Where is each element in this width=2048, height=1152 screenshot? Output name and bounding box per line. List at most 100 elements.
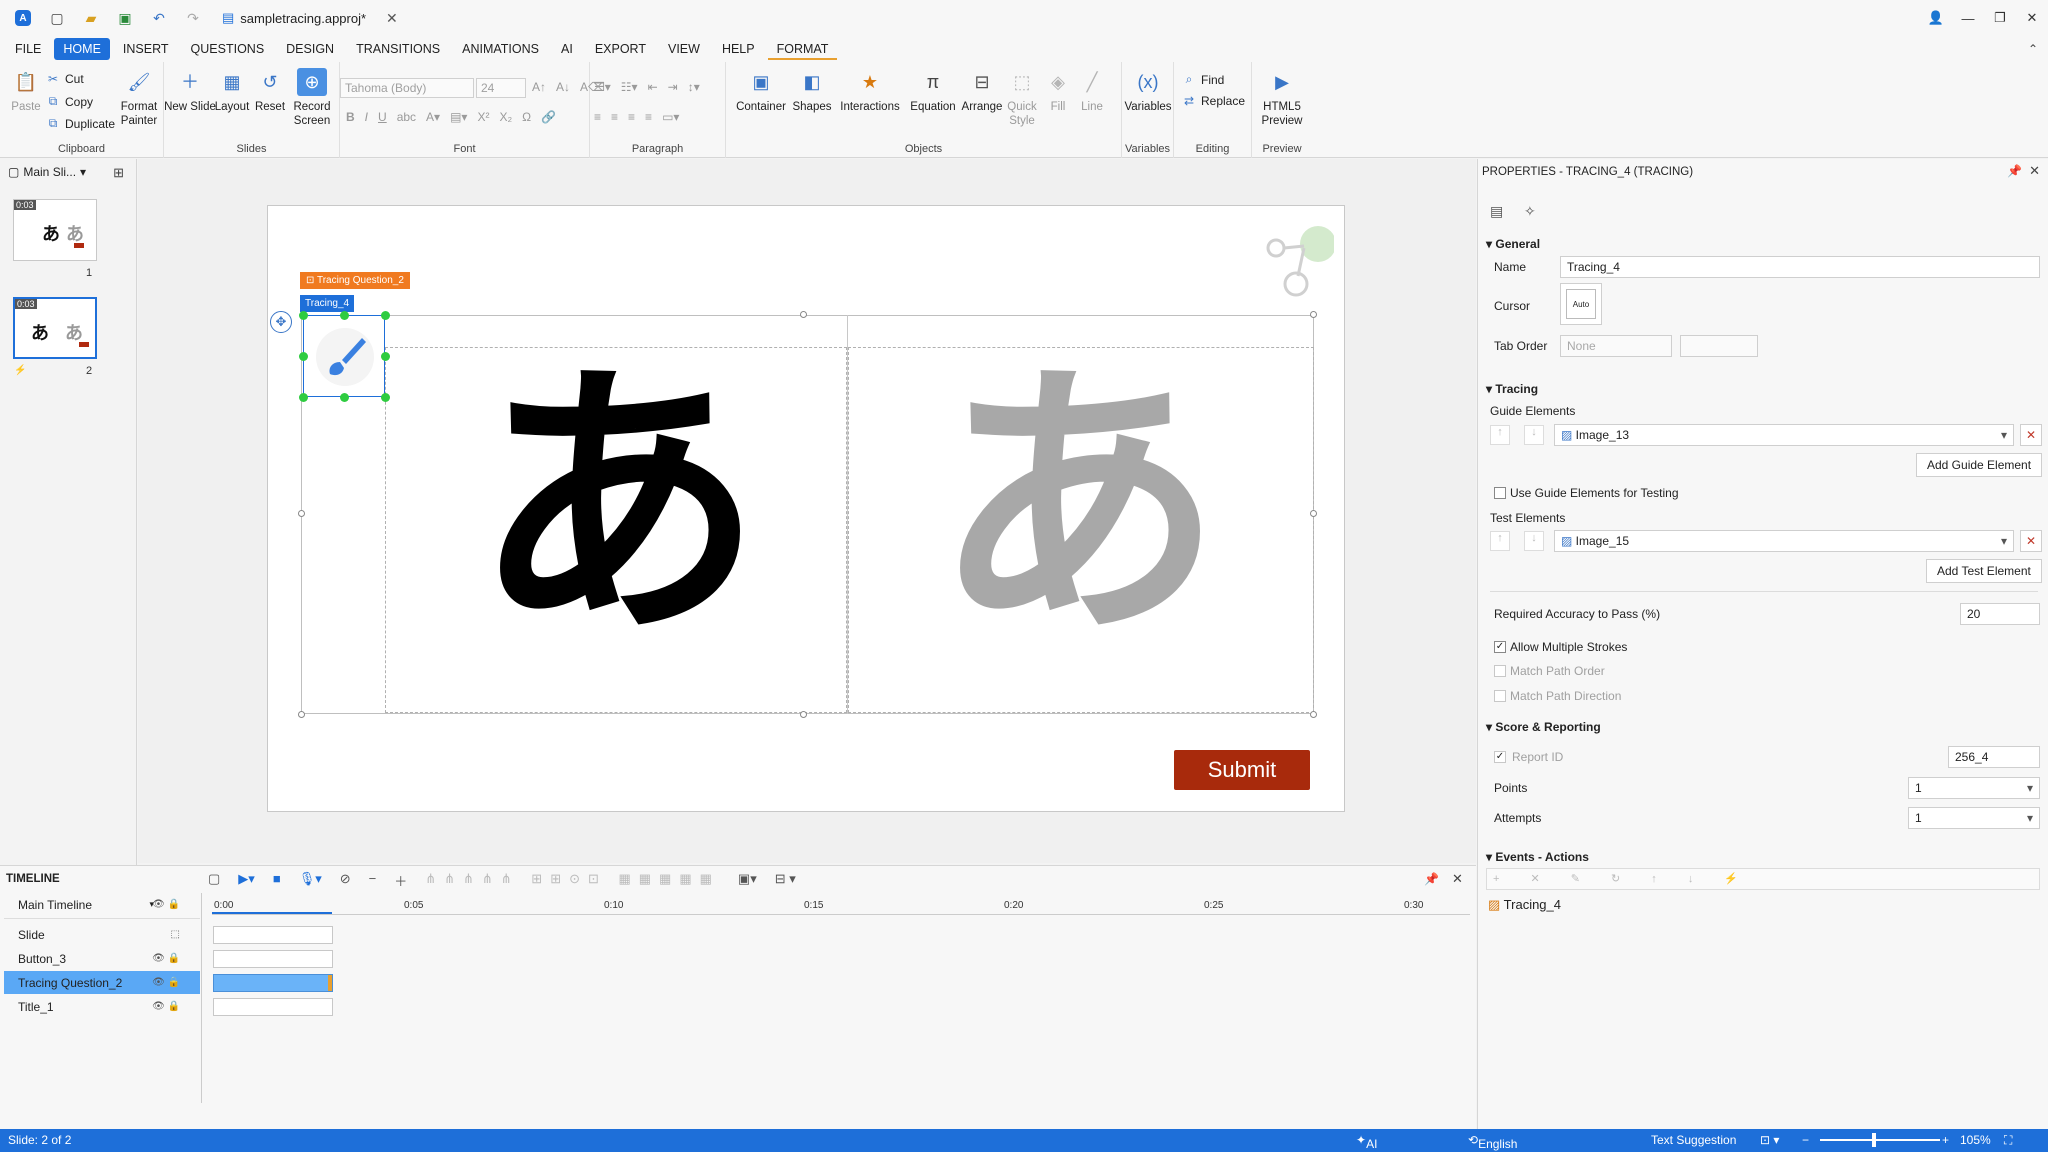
align-left-icon[interactable]: ≡ — [594, 110, 601, 124]
use-guide-checkbox[interactable] — [1494, 487, 1506, 499]
menu-view[interactable]: VIEW — [659, 38, 709, 60]
menu-home[interactable]: HOME — [54, 38, 110, 60]
menu-ai[interactable]: AI — [552, 38, 582, 60]
move-down-icon[interactable]: ↓ — [1524, 425, 1544, 445]
general-section-header[interactable]: ▾ General — [1486, 237, 1540, 251]
equation-button[interactable]: π Equation — [904, 68, 962, 114]
find-button[interactable]: ⌕ Find — [1182, 72, 1225, 87]
move-up-icon[interactable]: ↑ — [1490, 425, 1510, 445]
match-direction-checkbox[interactable] — [1494, 690, 1506, 702]
restore-icon[interactable]: ❐ — [1984, 10, 2016, 26]
align-right-icon[interactable]: ≡ — [628, 110, 635, 124]
report-id-field[interactable]: 256_4 — [1948, 746, 2040, 768]
selection-handle[interactable] — [340, 393, 349, 402]
remove-guide-icon[interactable]: ✕ — [2020, 424, 2042, 446]
main-timeline-select[interactable]: Main Timeline ▾ 👁 🔒 — [4, 893, 200, 916]
properties-tab-icon[interactable]: ▤ — [1490, 203, 1503, 220]
submit-button[interactable]: Submit — [1174, 750, 1310, 790]
html5-preview-button[interactable]: ▶ HTML5 Preview — [1254, 68, 1310, 128]
zoom-out-icon[interactable]: − — [369, 871, 377, 890]
align-center-icon[interactable]: ≡ — [611, 110, 618, 124]
timeline-bar-title[interactable] — [213, 998, 333, 1016]
link-icon[interactable]: 🔗 — [541, 110, 556, 124]
open-folder-icon[interactable]: ▰ — [80, 7, 102, 29]
selection-handle[interactable] — [299, 352, 308, 361]
cursor-picker[interactable]: Auto — [1560, 283, 1602, 325]
record-audio-icon[interactable]: 🎙▾ — [299, 871, 322, 890]
layout-options-icon[interactable]: ⊟ ▾ — [775, 871, 796, 890]
test-element-select[interactable]: ▨ Image_15 ▾ — [1554, 530, 2014, 552]
strikethrough-icon[interactable]: abc — [397, 110, 416, 124]
timeline-bar-button[interactable] — [213, 950, 333, 968]
tracing-element[interactable] — [303, 315, 385, 397]
move-up-icon[interactable]: ↑ — [1490, 531, 1510, 551]
font-family-select[interactable]: Tahoma (Body) — [340, 78, 474, 98]
account-icon[interactable]: 👤 — [1920, 10, 1952, 26]
playhead-range[interactable] — [212, 912, 332, 914]
underline-icon[interactable]: U — [378, 110, 387, 124]
close-window-icon[interactable]: ✕ — [2016, 10, 2048, 26]
resize-handle[interactable] — [800, 311, 807, 318]
minimize-icon[interactable]: — — [1952, 11, 1984, 26]
selection-handle[interactable] — [299, 311, 308, 320]
move-handle-icon[interactable]: ✥ — [270, 311, 292, 333]
zoom-in-icon[interactable]: + — [1942, 1133, 1949, 1147]
tracing-element-tag[interactable]: Tracing_4 — [300, 295, 355, 312]
format-painter-button[interactable]: 🖌 Format Painter — [114, 68, 164, 128]
allow-multiple-checkbox[interactable]: ✓ — [1494, 641, 1506, 653]
sync-icon[interactable]: ⊘ — [340, 871, 351, 890]
arrange-button[interactable]: ⊟ Arrange — [956, 68, 1008, 114]
menu-transitions[interactable]: TRANSITIONS — [347, 38, 449, 60]
close-tab-icon[interactable]: ✕ — [386, 10, 398, 27]
stop-icon[interactable]: ■ — [273, 871, 281, 890]
slide-panel-header[interactable]: ▢ Main Sli... ▾ ⊞ — [0, 159, 136, 185]
menu-questions[interactable]: QUESTIONS — [182, 38, 274, 60]
selection-handle[interactable] — [381, 393, 390, 402]
tracing-section-header[interactable]: ▾ Tracing — [1486, 382, 1538, 396]
timeline-splitter[interactable] — [201, 893, 202, 1103]
add-guide-element-button[interactable]: Add Guide Element — [1916, 453, 2043, 477]
remove-test-icon[interactable]: ✕ — [2020, 530, 2042, 552]
subscript-icon[interactable]: X₂ — [499, 110, 512, 124]
fit-slide-icon[interactable]: ⛶ — [2004, 1133, 2012, 1148]
tab-order-select[interactable]: None — [1560, 335, 1672, 357]
selection-handle[interactable] — [340, 311, 349, 320]
timeline-row-slide[interactable]: Slide ⬚ — [4, 923, 200, 946]
question-group-tag[interactable]: ⊡ Tracing Question_2 — [300, 272, 410, 289]
bar-end-handle[interactable] — [328, 975, 332, 991]
timeline-bar-tracing-question[interactable] — [213, 974, 333, 992]
timeline-bar-slide[interactable] — [213, 926, 333, 944]
menu-export[interactable]: EXPORT — [586, 38, 655, 60]
captions-icon[interactable]: ▣▾ — [738, 871, 757, 890]
redo-icon[interactable]: ↷ — [182, 7, 204, 29]
accuracy-input[interactable]: 20 — [1960, 603, 2040, 625]
text-suggestion-button[interactable]: Text Suggestion — [1651, 1133, 1736, 1147]
menu-design[interactable]: DESIGN — [277, 38, 343, 60]
resize-handle[interactable] — [298, 510, 305, 517]
match-order-checkbox[interactable] — [1494, 665, 1506, 677]
attempts-select[interactable]: 1 ▾ — [1908, 807, 2040, 829]
grid-view-icon[interactable]: ⊞ — [113, 165, 124, 181]
zoom-out-icon[interactable]: − — [1802, 1133, 1809, 1147]
ai-assistant-button[interactable]: ✦ AI Assistant — [1356, 1133, 1415, 1152]
font-color-icon[interactable]: A▾ — [426, 110, 440, 124]
selection-handle[interactable] — [381, 311, 390, 320]
selection-handle[interactable] — [381, 352, 390, 361]
move-down-icon[interactable]: ↓ — [1524, 531, 1544, 551]
bold-icon[interactable]: B — [346, 110, 355, 124]
menu-file[interactable]: FILE — [6, 38, 50, 60]
resize-handle[interactable] — [800, 711, 807, 718]
pin-icon[interactable]: 📌 — [2007, 164, 2022, 178]
copy-button[interactable]: ⧉ Copy — [46, 94, 93, 109]
variables-button[interactable]: (x) Variables — [1122, 68, 1174, 114]
pin-icon[interactable]: 📌 — [1424, 872, 1439, 886]
font-size-select[interactable]: 24 — [476, 78, 526, 98]
slide-canvas[interactable]: ⊡ Tracing Question_2 Tracing_4 ✥ あ あ Sub… — [267, 205, 1345, 812]
events-section-header[interactable]: ▾ Events - Actions — [1486, 850, 1589, 864]
highlight-icon[interactable]: ▤▾ — [450, 110, 467, 124]
score-section-header[interactable]: ▾ Score & Reporting — [1486, 720, 1601, 734]
points-select[interactable]: 1 ▾ — [1908, 777, 2040, 799]
resize-handle[interactable] — [1310, 711, 1317, 718]
report-id-checkbox[interactable]: ✓ — [1494, 751, 1506, 763]
special-char-icon[interactable]: Ω — [522, 110, 531, 124]
